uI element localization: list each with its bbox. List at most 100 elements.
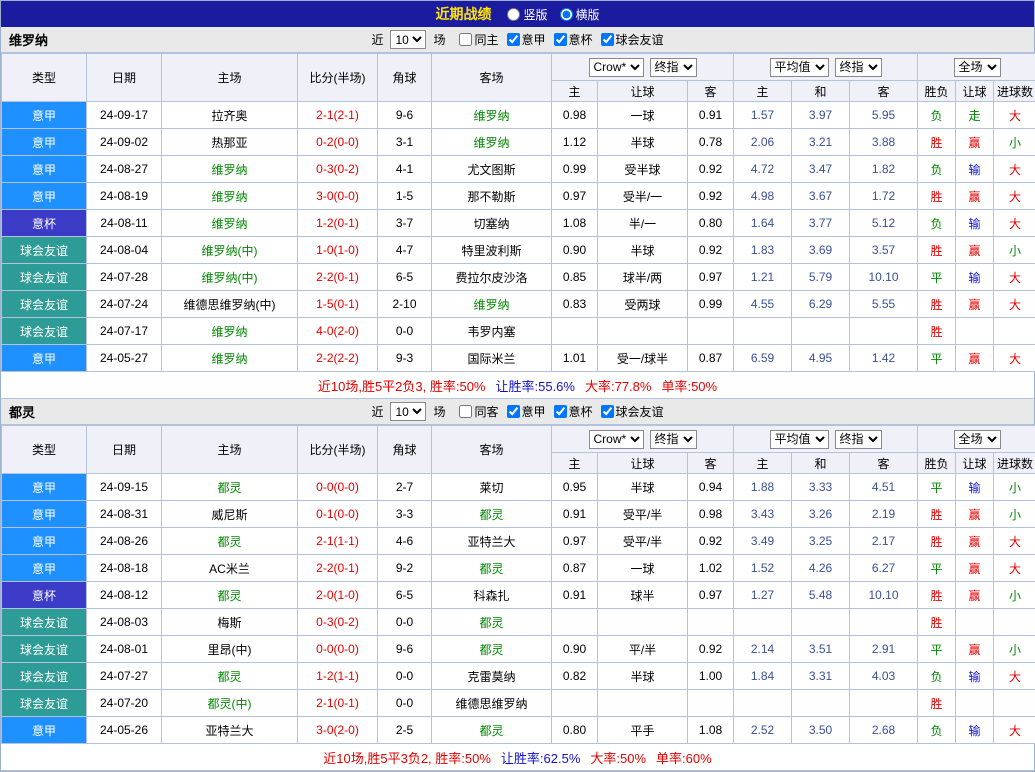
filter-checkbox-input[interactable]: [507, 405, 520, 418]
league-type-cell: 意甲: [2, 183, 87, 210]
away-team-cell: 费拉尔皮沙洛: [432, 264, 552, 291]
asian-away-odds-cell: 0.87: [688, 345, 734, 372]
result-outcome-cell: 胜: [918, 318, 956, 345]
filter-checkbox-label: 同客: [474, 403, 498, 420]
layout-radio-horizontal-input[interactable]: [560, 8, 573, 21]
euro-away-odds-cell: 6.27: [850, 555, 918, 582]
filter-checkbox-1[interactable]: 意甲: [501, 31, 546, 48]
away-team-cell: 维德思维罗纳: [432, 690, 552, 717]
result-outcome-cell: 负: [918, 717, 956, 744]
euro-away-odds-cell: 10.10: [850, 582, 918, 609]
euro-stage-select[interactable]: 终指: [835, 58, 882, 77]
result-group: 全场: [918, 54, 1035, 81]
table-row: 意甲24-08-26都灵2-1(1-1)4-6亚特兰大0.97受平/半0.923…: [2, 528, 1035, 555]
euro-home-odds-cell: [734, 690, 792, 717]
euro-home-odds-cell: 2.52: [734, 717, 792, 744]
home-team-cell: 维罗纳: [162, 345, 298, 372]
euro-source-select[interactable]: 平均值: [770, 430, 829, 449]
euro-home-odds-cell: 3.43: [734, 501, 792, 528]
result-group: 全场: [918, 426, 1035, 453]
match-count-select[interactable]: 10: [390, 402, 426, 421]
filter-checkbox-3[interactable]: 球会友谊: [595, 31, 664, 48]
score-cell: 0-3(0-2): [298, 156, 378, 183]
result-handicap-cell: [956, 609, 994, 636]
subheader-cell: 让球: [956, 81, 994, 102]
league-type-cell: 意杯: [2, 582, 87, 609]
score-cell: 1-2(1-1): [298, 663, 378, 690]
filter-checkbox-input[interactable]: [554, 405, 567, 418]
result-goals-cell: 大: [994, 528, 1035, 555]
subheader-cell: 客: [850, 453, 918, 474]
away-team-cell: 特里波利斯: [432, 237, 552, 264]
home-team-cell: 维德思维罗纳(中): [162, 291, 298, 318]
date-cell: 24-07-28: [87, 264, 162, 291]
asian-handicap-cell: 半/一: [598, 210, 688, 237]
date-cell: 24-08-01: [87, 636, 162, 663]
result-scope-select[interactable]: 全场: [954, 58, 1001, 77]
date-cell: 24-08-31: [87, 501, 162, 528]
col-score: 比分(半场): [298, 426, 378, 474]
euro-draw-odds-cell: 3.69: [792, 237, 850, 264]
home-team-cell: 梅斯: [162, 609, 298, 636]
team-name: 都灵: [9, 402, 35, 421]
result-outcome-cell: 胜: [918, 501, 956, 528]
score-cell: 2-1(2-1): [298, 102, 378, 129]
filter-checkbox-1[interactable]: 意甲: [501, 403, 546, 420]
section-header: 维罗纳 近 10 场 同主意甲意杯球会友谊: [1, 27, 1034, 53]
result-goals-cell: [994, 609, 1035, 636]
filter-checkbox-input[interactable]: [601, 33, 614, 46]
asian-away-odds-cell: 0.92: [688, 156, 734, 183]
date-cell: 24-08-18: [87, 555, 162, 582]
date-cell: 24-05-26: [87, 717, 162, 744]
euro-source-select[interactable]: 平均值: [770, 58, 829, 77]
filter-prefix-label: 近: [371, 31, 383, 48]
league-type-cell: 球会友谊: [2, 264, 87, 291]
table-row: 意甲24-05-27维罗纳2-2(2-2)9-3国际米兰1.01受一/球半0.8…: [2, 345, 1035, 372]
asian-source-select[interactable]: Crow*: [589, 430, 644, 449]
asian-handicap-cell: 半球: [598, 663, 688, 690]
euro-away-odds-cell: [850, 318, 918, 345]
league-type-cell: 意甲: [2, 102, 87, 129]
asian-away-odds-cell: [688, 609, 734, 636]
table-row: 意甲24-08-27维罗纳0-3(0-2)4-1尤文图斯0.99受半球0.924…: [2, 156, 1035, 183]
asian-away-odds-cell: [688, 318, 734, 345]
asian-home-odds-cell: 0.91: [552, 501, 598, 528]
asian-home-odds-cell: 0.85: [552, 264, 598, 291]
layout-radio-vertical-input[interactable]: [507, 8, 520, 21]
league-type-cell: 球会友谊: [2, 318, 87, 345]
table-row: 球会友谊24-07-28维罗纳(中)2-2(0-1)6-5费拉尔皮沙洛0.85球…: [2, 264, 1035, 291]
filter-checkbox-2[interactable]: 意杯: [548, 31, 593, 48]
euro-away-odds-cell: 5.95: [850, 102, 918, 129]
score-cell: 1-5(0-1): [298, 291, 378, 318]
filter-checkbox-input[interactable]: [459, 33, 472, 46]
layout-radio-vertical[interactable]: 竖版: [507, 6, 547, 23]
score-cell: 4-0(2-0): [298, 318, 378, 345]
filter-checkbox-input[interactable]: [601, 405, 614, 418]
asian-source-select[interactable]: Crow*: [589, 58, 644, 77]
filter-checkbox-input[interactable]: [507, 33, 520, 46]
league-type-cell: 意甲: [2, 717, 87, 744]
asian-handicap-cell: 半球: [598, 474, 688, 501]
asian-home-odds-cell: [552, 690, 598, 717]
summary-segment: 单率:60%: [656, 748, 712, 767]
filter-checkbox-3[interactable]: 球会友谊: [595, 403, 664, 420]
filter-checkbox-input[interactable]: [459, 405, 472, 418]
asian-stage-select[interactable]: 终指: [650, 430, 697, 449]
asian-stage-select[interactable]: 终指: [650, 58, 697, 77]
layout-radio-horizontal[interactable]: 横版: [560, 6, 600, 23]
result-scope-select[interactable]: 全场: [954, 430, 1001, 449]
match-count-select[interactable]: 10: [390, 30, 426, 49]
away-team-cell: 维罗纳: [432, 291, 552, 318]
filter-checkbox-2[interactable]: 意杯: [548, 403, 593, 420]
euro-home-odds-cell: 1.57: [734, 102, 792, 129]
table-row: 球会友谊24-08-01里昂(中)0-0(0-0)9-6都灵0.90平/半0.9…: [2, 636, 1035, 663]
filter-checkbox-0[interactable]: 同客: [453, 403, 498, 420]
layout-radio-group: 竖版横版: [507, 6, 599, 23]
result-goals-cell: 小: [994, 582, 1035, 609]
filter-checkbox-0[interactable]: 同主: [453, 31, 498, 48]
filter-checkbox-input[interactable]: [554, 33, 567, 46]
table-row: 意甲24-09-15都灵0-0(0-0)2-7莱切0.95半球0.941.883…: [2, 474, 1035, 501]
result-handicap-cell: 输: [956, 264, 994, 291]
filter-checkbox-label: 意杯: [569, 31, 593, 48]
euro-stage-select[interactable]: 终指: [835, 430, 882, 449]
